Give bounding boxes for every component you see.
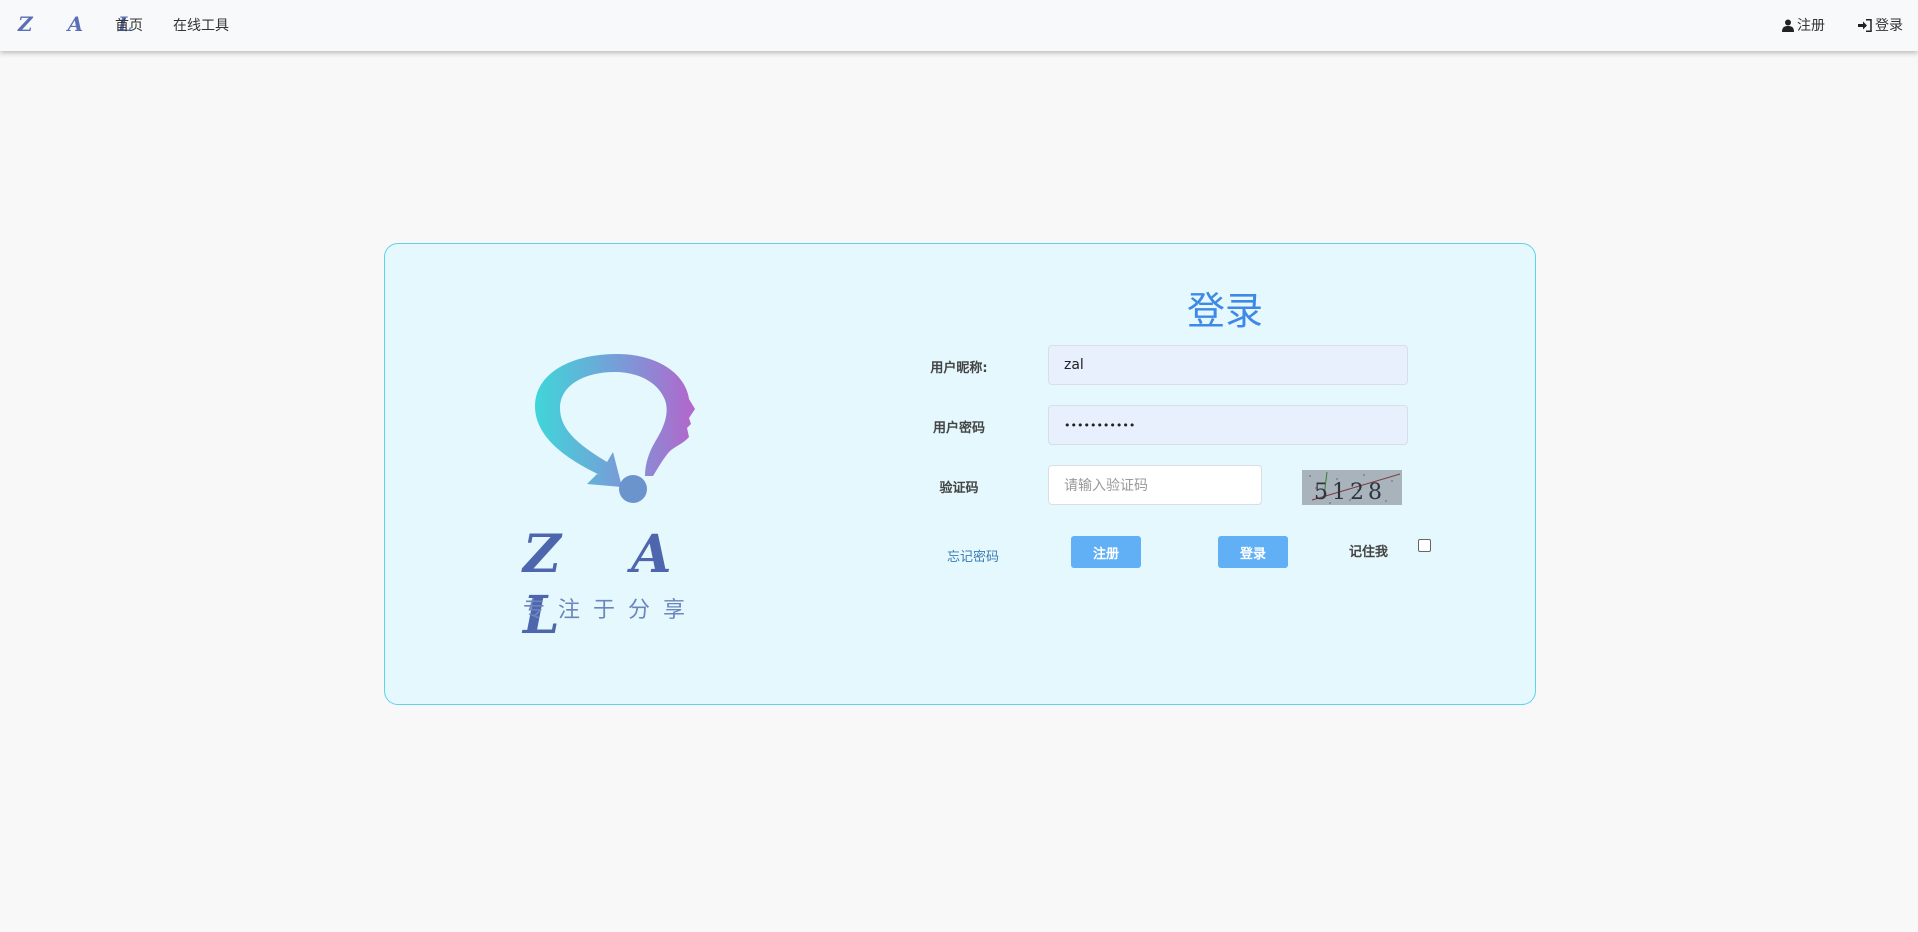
password-label: 用户密码	[932, 421, 985, 436]
logo-wordmark: Z A L	[523, 524, 698, 646]
captcha-image[interactable]: 5128	[1302, 470, 1402, 505]
login-button[interactable]: 登录	[1218, 536, 1288, 568]
nav-register-link[interactable]: 注册	[1782, 15, 1825, 35]
captcha-input[interactable]: 请输入验证码	[1048, 465, 1262, 505]
user-icon	[1782, 19, 1794, 32]
captcha-text: 5128	[1314, 480, 1386, 505]
nav-online-tools[interactable]: 在线工具	[173, 15, 229, 35]
register-button[interactable]: 注册	[1071, 536, 1141, 568]
remember-me-label: 记住我	[1349, 545, 1389, 560]
top-navbar: Z A L 首页 在线工具 注册 登录	[0, 0, 1918, 51]
password-input[interactable]: •••••••••••	[1048, 405, 1408, 445]
nickname-value: zal	[1064, 357, 1084, 373]
captcha-placeholder: 请输入验证码	[1064, 478, 1148, 494]
sign-in-icon	[1858, 18, 1872, 32]
captcha-label: 验证码	[939, 481, 979, 496]
login-card: Z A L 专注于分享 登录 用户昵称: zal 用户密码 ••••••••••…	[384, 243, 1536, 705]
password-value: •••••••••••	[1064, 418, 1136, 432]
forgot-password-link[interactable]: 忘记密码	[928, 546, 1018, 565]
nav-login-label: 登录	[1875, 18, 1903, 34]
logo-slogan: 专注于分享	[523, 598, 699, 623]
login-title: 登录	[1186, 289, 1263, 333]
nav-register-label: 注册	[1797, 18, 1825, 34]
remember-me-checkbox[interactable]	[1418, 539, 1431, 552]
nav-login-link[interactable]: 登录	[1858, 15, 1903, 35]
nav-home[interactable]: 首页	[115, 15, 143, 35]
nickname-label: 用户昵称:	[930, 361, 988, 376]
nickname-input[interactable]: zal	[1048, 345, 1408, 385]
